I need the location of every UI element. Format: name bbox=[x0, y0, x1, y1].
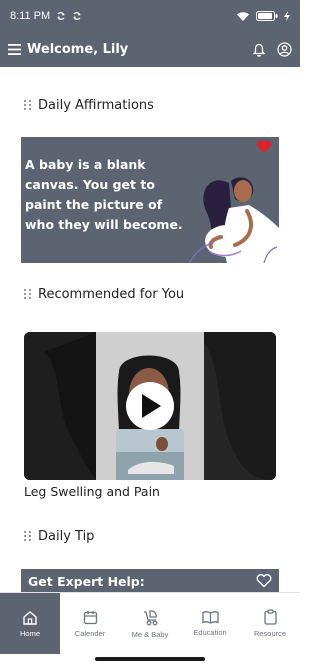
video-thumbnail bbox=[24, 332, 276, 480]
section-title-recommended: Recommended for You bbox=[38, 287, 185, 302]
affirmation-text: A baby is a blank canvas. You get to pai… bbox=[25, 157, 183, 232]
clipboard-icon bbox=[263, 609, 277, 625]
bottom-navigation: Home Calender Me & Baby Education Resour… bbox=[0, 592, 300, 654]
stroller-icon bbox=[141, 609, 159, 626]
nav-item-home[interactable]: Home bbox=[0, 593, 60, 654]
nav-label-resource: Resource bbox=[253, 629, 287, 638]
battery-icon bbox=[256, 11, 278, 21]
video-card[interactable] bbox=[24, 332, 276, 480]
account-icon[interactable] bbox=[277, 42, 292, 57]
calendar-icon bbox=[83, 610, 98, 625]
nav-item-education[interactable]: Education bbox=[180, 593, 240, 654]
section-title-daily-tip: Daily Tip bbox=[38, 529, 95, 544]
notification-bell-icon[interactable] bbox=[253, 43, 265, 57]
home-icon bbox=[22, 610, 38, 625]
section-daily-affirmations: Daily Affirmations bbox=[24, 98, 154, 113]
video-caption[interactable]: Leg Swelling and Pain bbox=[24, 484, 160, 499]
nav-item-resource[interactable]: Resource bbox=[240, 593, 300, 654]
nav-label-calendar: Calender bbox=[74, 628, 106, 638]
nav-item-me-baby[interactable]: Me & Baby bbox=[120, 593, 180, 654]
book-icon bbox=[201, 610, 219, 624]
app-bar: Welcome, Lily bbox=[0, 32, 300, 67]
expert-help-card[interactable]: Get Expert Help: bbox=[21, 569, 279, 593]
drag-handle-icon[interactable] bbox=[24, 530, 32, 543]
sync-icon-2 bbox=[72, 11, 82, 21]
menu-icon[interactable] bbox=[8, 44, 21, 55]
home-indicator[interactable] bbox=[95, 657, 205, 661]
page-title: Welcome, Lily bbox=[27, 42, 129, 57]
nav-label-education: Education bbox=[193, 628, 227, 637]
charging-icon bbox=[284, 11, 290, 21]
status-bar: 8:11 PM bbox=[0, 0, 300, 32]
nav-label-home: Home bbox=[19, 628, 40, 638]
status-time: 8:11 PM bbox=[10, 10, 51, 22]
expert-help-title: Get Expert Help: bbox=[28, 573, 145, 589]
drag-handle-icon[interactable] bbox=[24, 288, 32, 301]
nav-item-calendar[interactable]: Calender bbox=[60, 593, 120, 654]
affirmation-card[interactable]: A baby is a blank canvas. You get to pai… bbox=[21, 137, 279, 263]
drag-handle-icon[interactable] bbox=[24, 99, 32, 112]
favorite-heart-outline-icon[interactable] bbox=[256, 574, 272, 588]
section-recommended: Recommended for You bbox=[24, 287, 184, 302]
nav-label-me-baby: Me & Baby bbox=[131, 629, 169, 639]
section-daily-tip: Daily Tip bbox=[24, 529, 94, 544]
wifi-icon bbox=[236, 11, 250, 21]
sync-icon bbox=[56, 11, 66, 21]
section-title-affirmations: Daily Affirmations bbox=[38, 98, 154, 113]
pregnant-woman-illustration bbox=[188, 177, 279, 263]
